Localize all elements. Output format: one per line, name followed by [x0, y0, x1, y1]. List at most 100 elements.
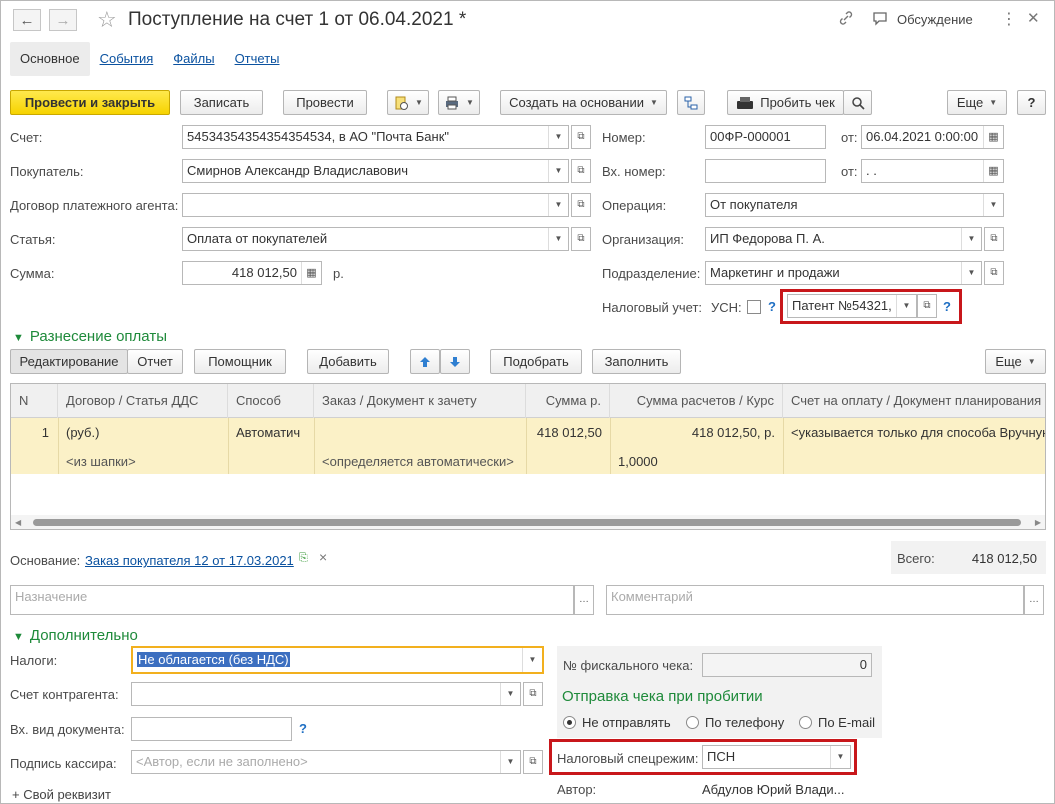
help-button[interactable]: ?: [1017, 90, 1046, 115]
open-icon[interactable]: ⧉: [917, 294, 937, 318]
tab-reports[interactable]: Отчеты: [225, 42, 290, 76]
column-header[interactable]: Заказ / Документ к зачету: [314, 384, 526, 418]
agent-contract-field[interactable]: ▼: [182, 193, 569, 217]
open-icon[interactable]: ⧉: [571, 159, 591, 183]
create-document-button[interactable]: ▼: [387, 90, 429, 115]
horizontal-scrollbar[interactable]: ◀ ▶: [11, 515, 1045, 529]
link-icon[interactable]: [838, 10, 854, 29]
table-row[interactable]: 1 (руб.) <из шапки> Автоматич <определяе…: [11, 418, 1045, 474]
chevron-down-icon[interactable]: ▼: [961, 262, 981, 284]
column-header[interactable]: Сумма расчетов / Курс: [610, 384, 783, 418]
column-header[interactable]: Договор / Статья ДДС: [58, 384, 228, 418]
help-icon[interactable]: ?: [299, 721, 307, 736]
row-order[interactable]: <определяется автоматически>: [322, 454, 514, 469]
move-down-button[interactable]: [440, 349, 470, 374]
sum-field[interactable]: 418 012,50 ▦: [182, 261, 322, 285]
chevron-down-icon[interactable]: ▼: [548, 194, 568, 216]
payment-table[interactable]: N Договор / Статья ДДС Способ Заказ / До…: [10, 383, 1046, 530]
column-header[interactable]: Сумма р.: [526, 384, 610, 418]
discussion-icon[interactable]: [872, 10, 888, 29]
comment-field[interactable]: Комментарий: [606, 585, 1024, 615]
comment-edit-button[interactable]: …: [1024, 585, 1044, 615]
usn-checkbox[interactable]: [747, 300, 761, 314]
organization-field[interactable]: ИП Федорова П. А. ▼: [705, 227, 982, 251]
row-method[interactable]: Автоматич: [236, 425, 310, 440]
favorite-star-icon[interactable]: ☆: [97, 7, 117, 33]
column-header[interactable]: Способ: [228, 384, 314, 418]
chevron-down-icon[interactable]: ▼: [548, 160, 568, 182]
open-document-icon[interactable]: ⎘: [299, 552, 308, 565]
number-field[interactable]: 00ФР-000001: [705, 125, 826, 149]
back-button[interactable]: ←: [13, 9, 41, 31]
add-own-attribute-link[interactable]: + Свой реквизит: [12, 787, 111, 802]
add-row-button[interactable]: Добавить: [307, 349, 389, 374]
row-cash-flow-article[interactable]: <из шапки>: [66, 454, 136, 469]
tab-editing[interactable]: Редактирование: [10, 349, 128, 374]
radio-by-email[interactable]: По E-mail: [799, 715, 875, 730]
department-field[interactable]: Маркетинг и продажи ▼: [705, 261, 982, 285]
chevron-down-icon[interactable]: ▼: [983, 194, 1003, 216]
print-receipt-button[interactable]: Пробить чек: [727, 90, 844, 115]
row-calc-sum[interactable]: 418 012,50, р.: [610, 425, 775, 440]
purpose-field[interactable]: Назначение: [10, 585, 574, 615]
assistant-button[interactable]: Помощник: [194, 349, 286, 374]
row-sum[interactable]: 418 012,50: [526, 425, 602, 440]
more-menu-icon[interactable]: ⋮: [1001, 9, 1017, 29]
chevron-down-icon[interactable]: ▼: [896, 295, 916, 317]
calculator-icon[interactable]: ▦: [301, 262, 321, 284]
in-date-field[interactable]: . . ▦: [861, 159, 1004, 183]
row-invoice[interactable]: <указывается только для способа Вручную: [791, 425, 1045, 440]
tab-main[interactable]: Основное: [10, 42, 90, 76]
discussion-button[interactable]: Обсуждение: [897, 12, 973, 27]
chevron-down-icon[interactable]: ▼: [961, 228, 981, 250]
radio-by-phone[interactable]: По телефону: [686, 715, 784, 730]
more-button[interactable]: Еще ▼: [947, 90, 1007, 115]
in-number-field[interactable]: [705, 159, 826, 183]
payment-section-header[interactable]: ▼ Разнесение оплаты: [13, 328, 167, 345]
pick-button[interactable]: Подобрать: [490, 349, 582, 374]
table-more-button[interactable]: Еще ▼: [985, 349, 1046, 374]
chevron-down-icon[interactable]: ▼: [548, 228, 568, 250]
save-button[interactable]: Записать: [180, 90, 263, 115]
chevron-down-icon[interactable]: ▼: [548, 126, 568, 148]
close-icon[interactable]: ✕: [1027, 9, 1040, 27]
open-icon[interactable]: ⧉: [984, 227, 1004, 251]
tab-events[interactable]: События: [90, 42, 164, 76]
open-icon[interactable]: ⧉: [523, 750, 543, 774]
radio-no-send[interactable]: Не отправлять: [563, 715, 671, 730]
move-up-button[interactable]: [410, 349, 440, 374]
open-icon[interactable]: ⧉: [571, 125, 591, 149]
forward-button[interactable]: →: [49, 9, 77, 31]
chevron-down-icon[interactable]: ▼: [500, 683, 520, 705]
open-icon[interactable]: ⧉: [571, 227, 591, 251]
help-icon[interactable]: ?: [768, 299, 776, 314]
print-button[interactable]: ▼: [438, 90, 480, 115]
open-icon[interactable]: ⧉: [523, 682, 543, 706]
counterparty-account-field[interactable]: ▼: [131, 682, 521, 706]
column-header[interactable]: N: [11, 384, 58, 418]
post-and-close-button[interactable]: Провести и закрыть: [10, 90, 170, 115]
find-receipt-button[interactable]: [843, 90, 872, 115]
scroll-left-icon[interactable]: ◀: [15, 518, 21, 527]
calendar-icon[interactable]: ▦: [983, 126, 1003, 148]
buyer-field[interactable]: Смирнов Александр Владиславович ▼: [182, 159, 569, 183]
tab-files[interactable]: Файлы: [163, 42, 224, 76]
remove-basis-icon[interactable]: ×: [319, 549, 327, 565]
chevron-down-icon[interactable]: ▼: [522, 648, 542, 672]
fill-button[interactable]: Заполнить: [592, 349, 681, 374]
account-field[interactable]: 54534354354354354534, в АО "Почта Банк" ▼: [182, 125, 569, 149]
structure-button[interactable]: [677, 90, 705, 115]
post-button[interactable]: Провести: [283, 90, 367, 115]
taxes-field[interactable]: Не облагается (без НДС) ▼: [131, 646, 544, 674]
chevron-down-icon[interactable]: ▼: [500, 751, 520, 773]
fiscal-receipt-field[interactable]: 0: [702, 653, 872, 677]
basis-link[interactable]: Заказ покупателя 12 от 17.03.2021: [85, 553, 294, 568]
date-field[interactable]: 06.04.2021 0:00:00 ▦: [861, 125, 1004, 149]
calendar-icon[interactable]: ▦: [983, 160, 1003, 182]
scrollbar-thumb[interactable]: [33, 519, 1021, 526]
open-icon[interactable]: ⧉: [571, 193, 591, 217]
in-doc-type-field[interactable]: [131, 717, 292, 741]
open-icon[interactable]: ⧉: [984, 261, 1004, 285]
row-contract[interactable]: (руб.): [66, 425, 99, 440]
create-based-on-button[interactable]: Создать на основании ▼: [500, 90, 667, 115]
